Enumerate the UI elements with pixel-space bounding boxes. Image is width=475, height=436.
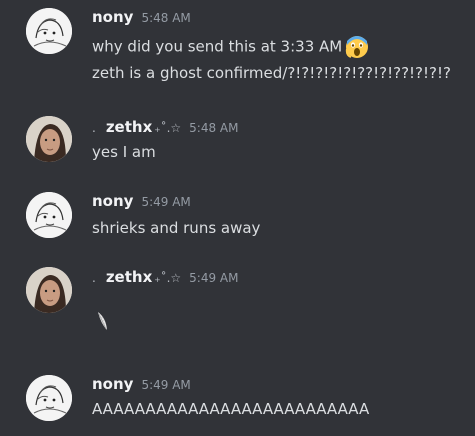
photo-avatar-icon xyxy=(26,267,72,313)
username-prefix: . xyxy=(92,121,96,135)
avatar[interactable] xyxy=(26,267,72,313)
timestamp: 5:48 AM xyxy=(141,11,191,25)
avatar[interactable] xyxy=(26,375,72,421)
username[interactable]: nony xyxy=(92,192,133,210)
feather-icon[interactable] xyxy=(95,310,109,332)
scream-emoji-icon xyxy=(345,35,369,59)
message-text: zeth is a ghost confirmed/?!?!?!?!?!??!?… xyxy=(92,64,451,82)
avatar[interactable] xyxy=(26,116,72,162)
message-text: shrieks and runs away xyxy=(92,219,261,237)
username[interactable]: nony xyxy=(92,375,133,393)
timestamp: 5:49 AM xyxy=(141,195,191,209)
username-prefix: . xyxy=(92,271,96,285)
timestamp: 5:49 AM xyxy=(189,271,239,285)
avatar[interactable] xyxy=(26,8,72,54)
avatar[interactable] xyxy=(26,192,72,238)
sketch-avatar-icon xyxy=(26,8,72,54)
message-text: AAAAAAAAAAAAAAAAAAAAAAAAAA xyxy=(92,400,370,418)
sketch-avatar-icon xyxy=(26,192,72,238)
message-text: why did you send this at 3:33 AM xyxy=(92,35,369,59)
username-suffix: ₊˚.☆ xyxy=(154,271,182,285)
timestamp: 5:49 AM xyxy=(141,378,191,392)
photo-avatar-icon xyxy=(26,116,72,162)
username-suffix: ₊˚.☆ xyxy=(154,121,182,135)
message-text: yes I am xyxy=(92,143,156,161)
username[interactable]: zethx xyxy=(106,268,152,286)
sketch-avatar-icon xyxy=(26,375,72,421)
username[interactable]: nony xyxy=(92,8,133,26)
username[interactable]: zethx xyxy=(106,118,152,136)
timestamp: 5:48 AM xyxy=(189,121,239,135)
chat-message-list: nony 5:48 AM why did you send this at 3:… xyxy=(0,0,475,436)
